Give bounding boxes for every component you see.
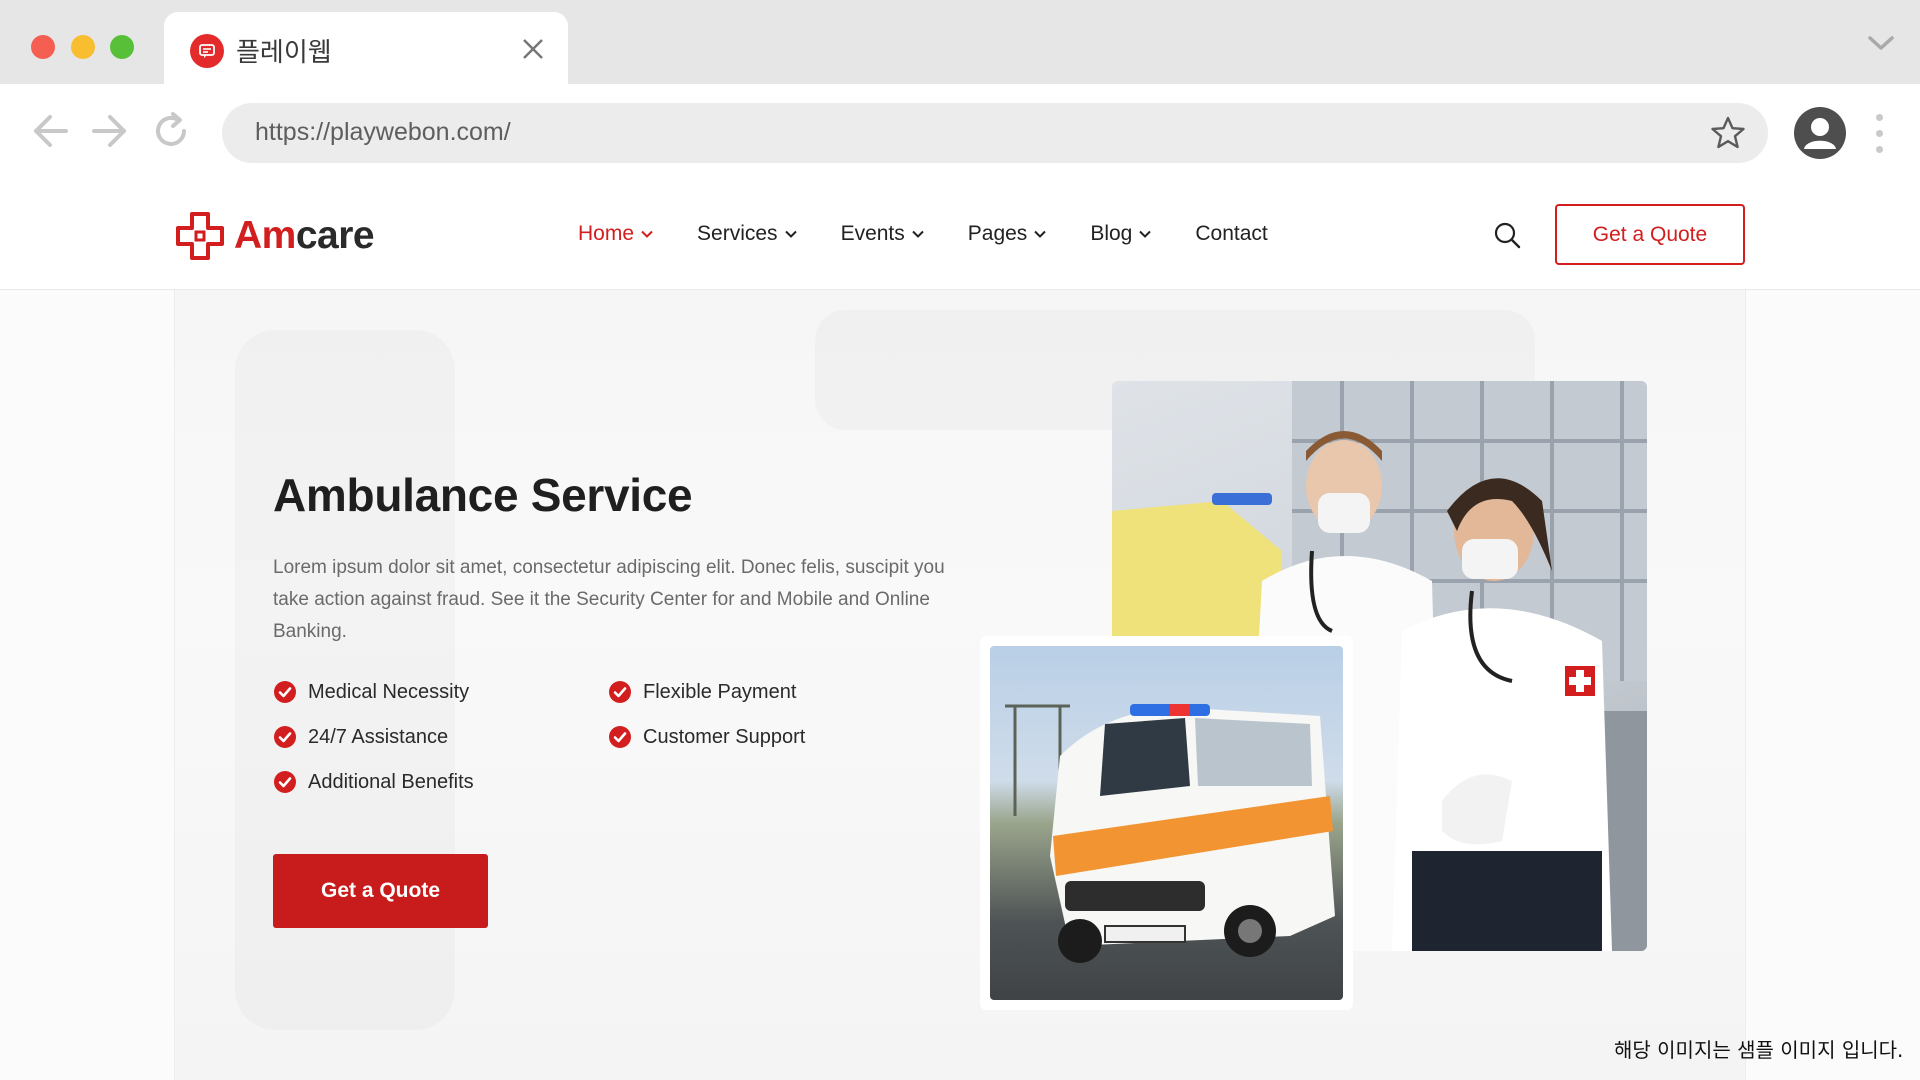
feature-item: 24/7 Assistance — [273, 725, 448, 749]
chevron-down-icon — [784, 230, 797, 238]
tab-title: 플레이웹 — [236, 38, 332, 68]
nav-item-label: Pages — [967, 222, 1028, 245]
chevron-down-icon — [912, 230, 924, 238]
feature-item: Medical Necessity — [273, 680, 469, 704]
chevron-down-icon — [1139, 230, 1152, 238]
feature-label: Additional Benefits — [308, 770, 474, 793]
feature-item: Flexible Payment — [608, 680, 796, 704]
feature-label: 24/7 Assistance — [308, 725, 449, 748]
browser-tab[interactable]: 플레이웹 — [164, 12, 568, 84]
nav-item-home[interactable]: Home — [578, 222, 653, 246]
feature-item: Customer Support — [608, 725, 805, 749]
sample-image-caption: 해당 이미지는 샘플 이미지 입니다. — [1614, 1038, 1904, 1062]
logo-wordmark: Amcare — [234, 214, 375, 258]
check-circle-icon — [274, 681, 296, 703]
chevron-down-icon — [1034, 230, 1047, 238]
profile-avatar-icon[interactable] — [1794, 107, 1846, 159]
site-logo[interactable]: Amcare — [174, 210, 375, 262]
tab-list-chevron-icon[interactable] — [1864, 30, 1898, 54]
check-circle-icon — [609, 681, 631, 703]
nav-item-services[interactable]: Services — [697, 222, 797, 246]
check-circle-icon — [274, 771, 296, 793]
header-get-quote-button[interactable]: Get a Quote — [1555, 204, 1745, 265]
ambulance-photo-frame — [980, 636, 1353, 1010]
close-window-button[interactable] — [31, 35, 55, 59]
feature-label: Flexible Payment — [643, 680, 797, 703]
ambulance-photo — [990, 646, 1343, 1000]
search-icon[interactable] — [1492, 220, 1522, 250]
nav-item-blog[interactable]: Blog — [1090, 222, 1152, 246]
address-bar[interactable]: https://playwebon.com/ — [222, 103, 1768, 163]
browser-toolbar: https://playwebon.com/ — [0, 84, 1920, 180]
site-favicon-icon — [190, 34, 224, 68]
reload-icon[interactable] — [148, 108, 194, 154]
close-tab-icon[interactable] — [518, 34, 548, 64]
nav-item-label: Home — [578, 222, 635, 245]
feature-label: Customer Support — [643, 725, 806, 748]
logo-wordmark-care: care — [295, 214, 375, 257]
hero-description: Lorem ipsum dolor sit amet, consectetur … — [273, 557, 945, 642]
back-arrow-icon[interactable] — [28, 108, 74, 154]
maximize-window-button[interactable] — [110, 35, 134, 59]
browser-menu-icon[interactable] — [1876, 114, 1884, 154]
nav-item-label: Events — [840, 222, 905, 245]
check-circle-icon — [274, 726, 296, 748]
forward-arrow-icon[interactable] — [86, 108, 132, 154]
check-circle-icon — [609, 726, 631, 748]
hero-title: Ambulance Service — [273, 469, 693, 521]
nav-item-label: Services — [697, 222, 778, 245]
feature-item: Additional Benefits — [273, 770, 474, 794]
hero-get-quote-button[interactable]: Get a Quote — [273, 854, 488, 928]
bookmark-star-icon[interactable] — [1710, 115, 1746, 151]
minimize-window-button[interactable] — [71, 35, 95, 59]
nav-item-pages[interactable]: Pages — [968, 222, 1047, 246]
nav-item-contact[interactable]: Contact — [1195, 222, 1267, 246]
nav-item-label: Blog — [1090, 222, 1133, 245]
browser-tab-bar: 플레이웹 — [0, 0, 1920, 84]
chevron-down-icon — [641, 230, 653, 238]
hero-section: Ambulance Service Lorem ipsum dolor sit … — [0, 290, 1920, 1080]
nav-item-events[interactable]: Events — [841, 222, 924, 246]
site-header: Amcare Home Services Events Pages Blog C… — [0, 180, 1920, 290]
main-nav: Home Services Events Pages Blog Contact — [578, 222, 1312, 246]
address-url[interactable]: https://playwebon.com/ — [255, 118, 511, 147]
nav-item-label: Contact — [1195, 222, 1268, 245]
logo-wordmark-am: Am — [234, 214, 296, 257]
medical-cross-logo-icon — [176, 212, 224, 260]
feature-label: Medical Necessity — [308, 680, 470, 703]
